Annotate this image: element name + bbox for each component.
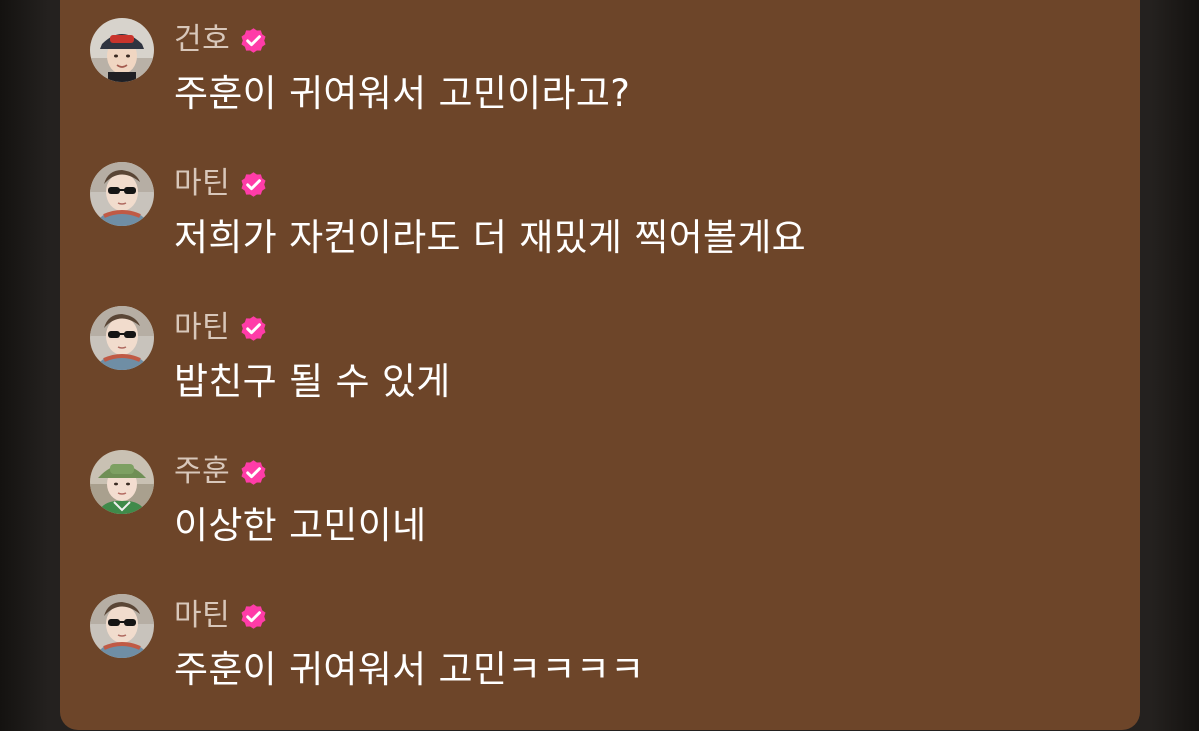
verified-badge-icon xyxy=(238,601,269,632)
chat-message[interactable]: 마틴 주훈이 귀여워서 고민ㅋㅋㅋㅋ xyxy=(90,594,1090,714)
username[interactable]: 마틴 xyxy=(174,162,230,206)
message-text: 주훈이 귀여워서 고민ㅋㅋㅋㅋ xyxy=(174,648,645,691)
chat-message[interactable]: 주훈 이상한 고민이네 xyxy=(90,450,1090,570)
username[interactable]: 건호 xyxy=(174,18,230,62)
message-header: 마틴 xyxy=(174,306,269,350)
avatar-martin-sunglasses[interactable] xyxy=(90,306,154,370)
avatar-geonho-cap[interactable] xyxy=(90,18,154,82)
app-screen: 건호 주훈이 귀여워서 고민이라고? 마틴 저희가 자컨이라도 더 재밌게 찍어… xyxy=(0,0,1199,731)
verified-badge-icon xyxy=(238,169,269,200)
chat-message[interactable]: 마틴 저희가 자컨이라도 더 재밌게 찍어볼게요 xyxy=(90,162,1090,282)
verified-badge-icon xyxy=(238,313,269,344)
chat-message[interactable]: 건호 주훈이 귀여워서 고민이라고? xyxy=(90,18,1090,138)
chat-message[interactable]: 마틴 밥친구 될 수 있게 xyxy=(90,306,1090,426)
verified-badge-icon xyxy=(238,25,269,56)
avatar-juhoon-green-hat[interactable] xyxy=(90,450,154,514)
message-header: 건호 xyxy=(174,18,269,62)
message-text: 이상한 고민이네 xyxy=(174,504,427,547)
username[interactable]: 마틴 xyxy=(174,594,230,638)
message-header: 마틴 xyxy=(174,162,269,206)
message-header: 마틴 xyxy=(174,594,269,638)
avatar-martin-sunglasses[interactable] xyxy=(90,594,154,658)
username[interactable]: 마틴 xyxy=(174,306,230,350)
message-header: 주훈 xyxy=(174,450,269,494)
message-text: 저희가 자컨이라도 더 재밌게 찍어볼게요 xyxy=(174,216,807,259)
avatar-martin-sunglasses[interactable] xyxy=(90,162,154,226)
verified-badge-icon xyxy=(238,457,269,488)
chat-panel[interactable]: 건호 주훈이 귀여워서 고민이라고? 마틴 저희가 자컨이라도 더 재밌게 찍어… xyxy=(60,0,1140,730)
username[interactable]: 주훈 xyxy=(174,450,230,494)
message-text: 밥친구 될 수 있게 xyxy=(174,360,451,403)
message-text: 주훈이 귀여워서 고민이라고? xyxy=(174,72,631,115)
